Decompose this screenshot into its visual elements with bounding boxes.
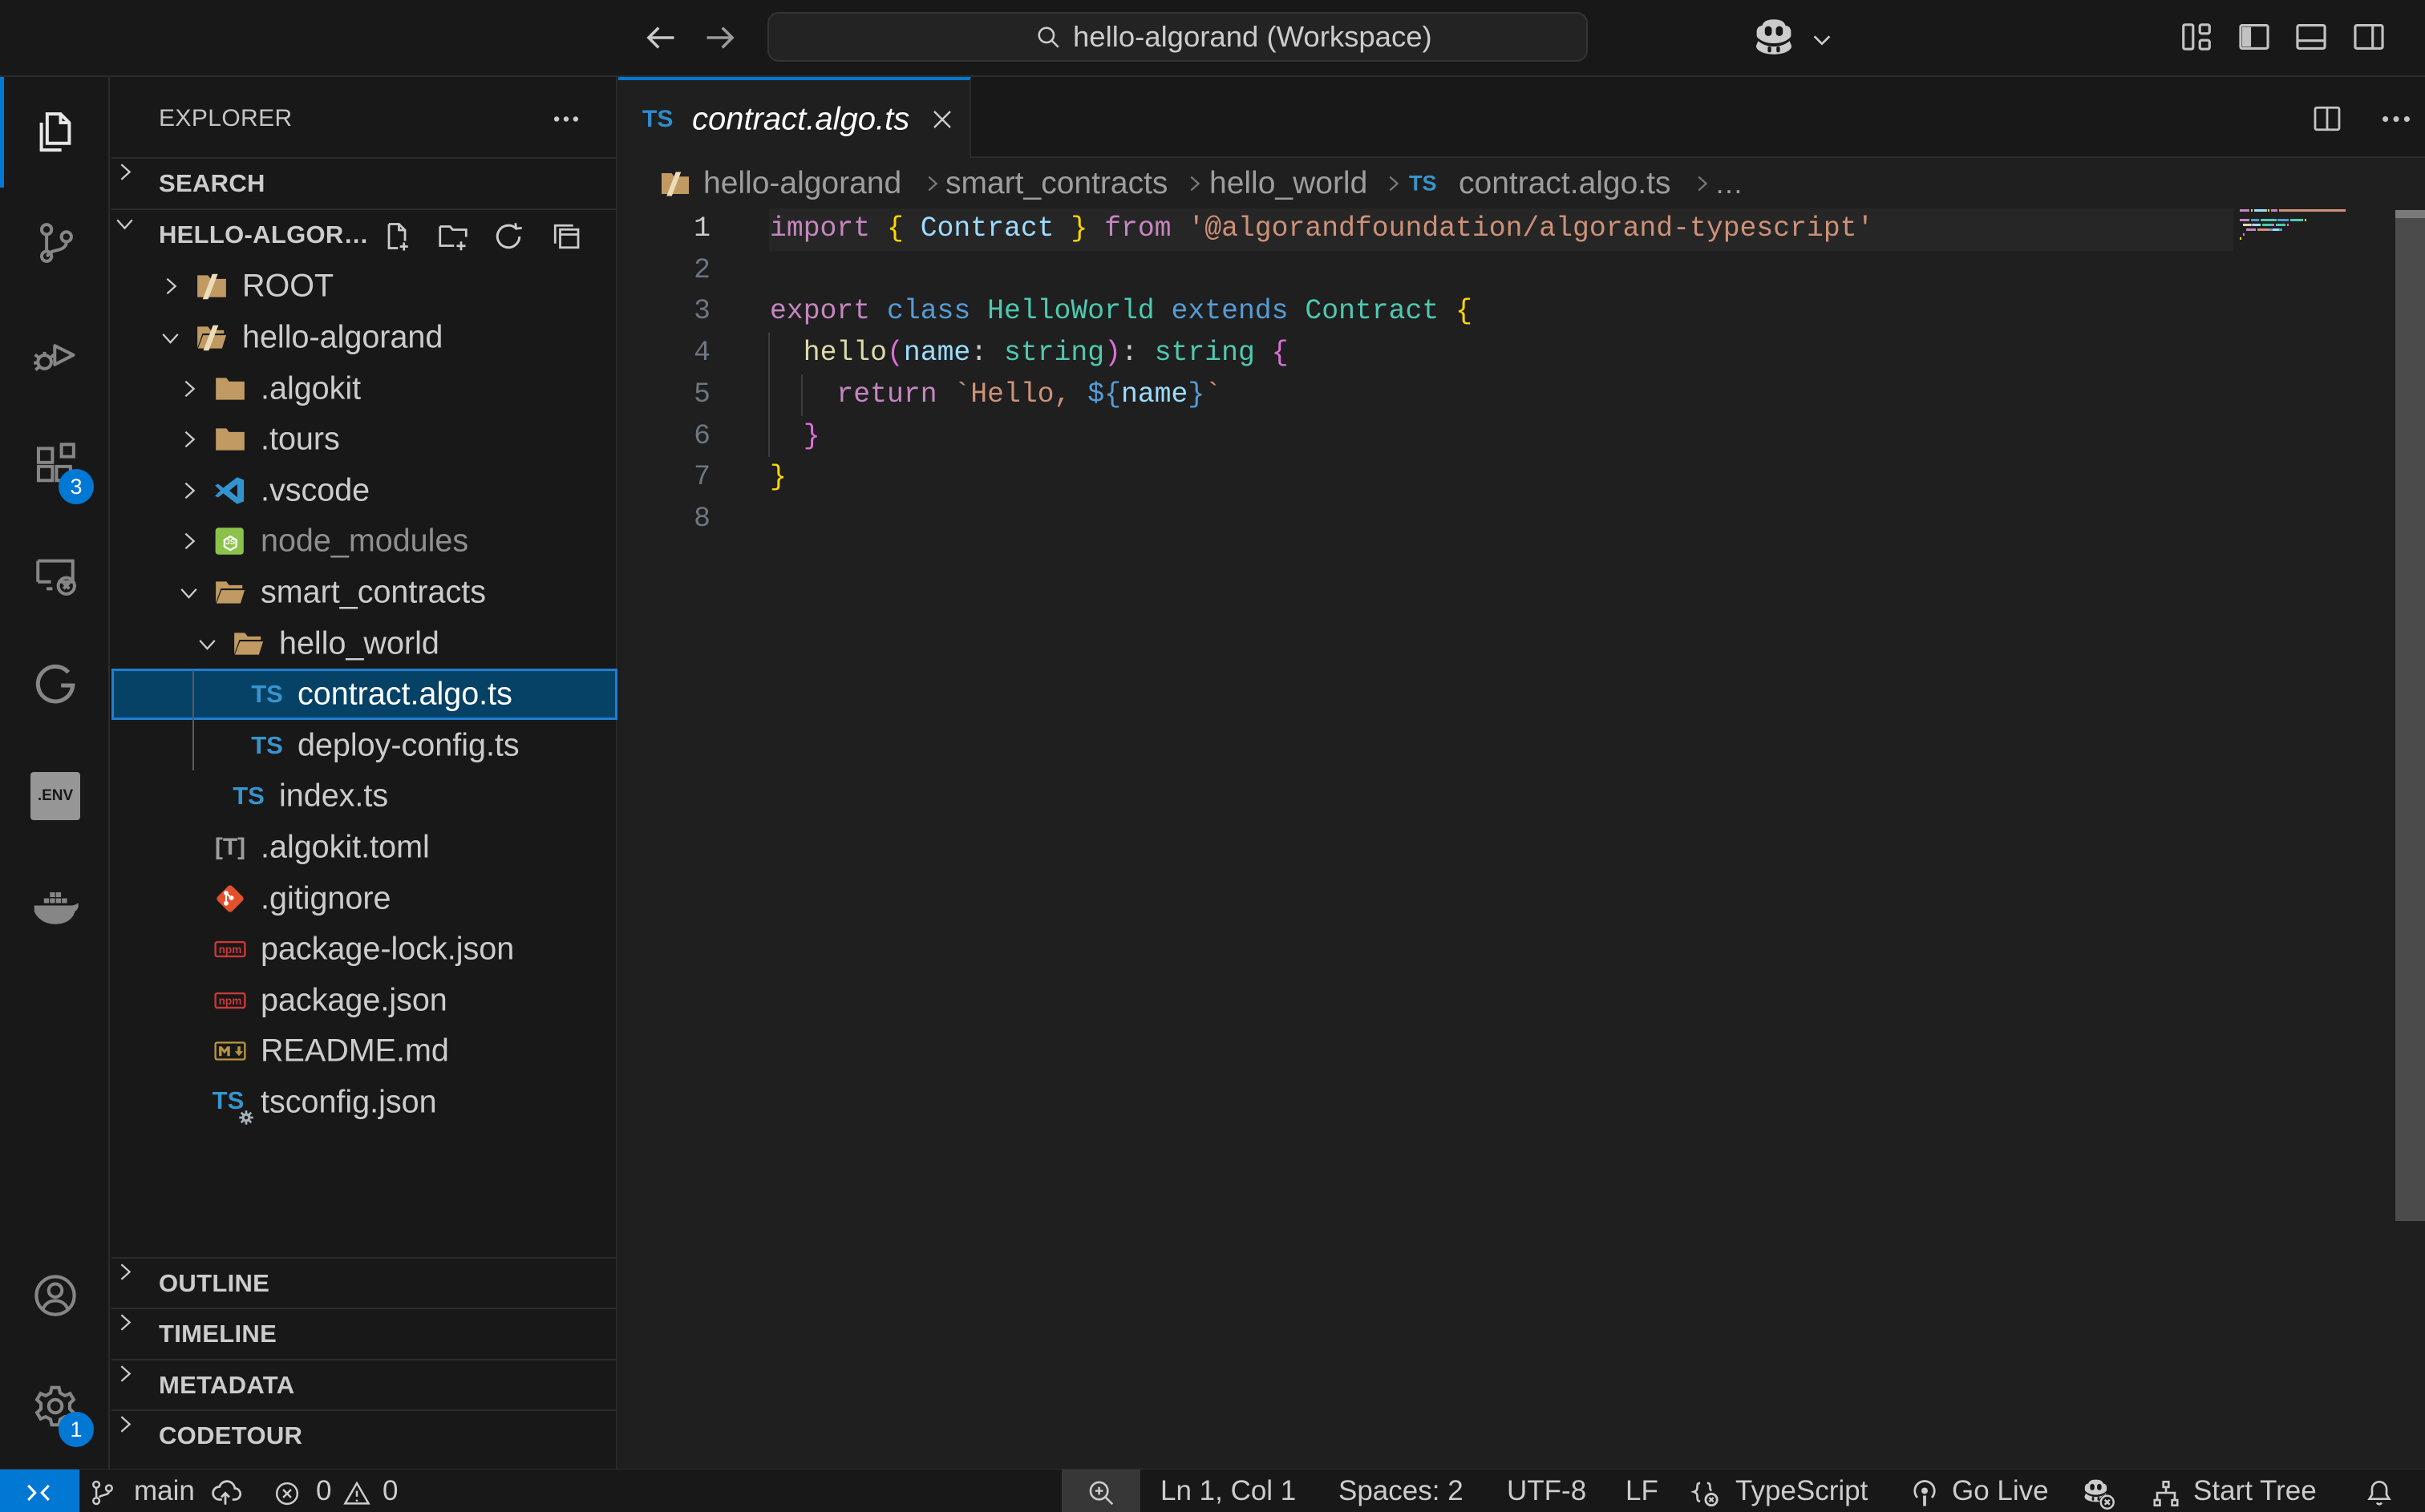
svg-text:npm: npm — [219, 944, 242, 956]
svg-text:JS: JS — [225, 539, 235, 548]
svg-text:npm: npm — [219, 995, 242, 1007]
